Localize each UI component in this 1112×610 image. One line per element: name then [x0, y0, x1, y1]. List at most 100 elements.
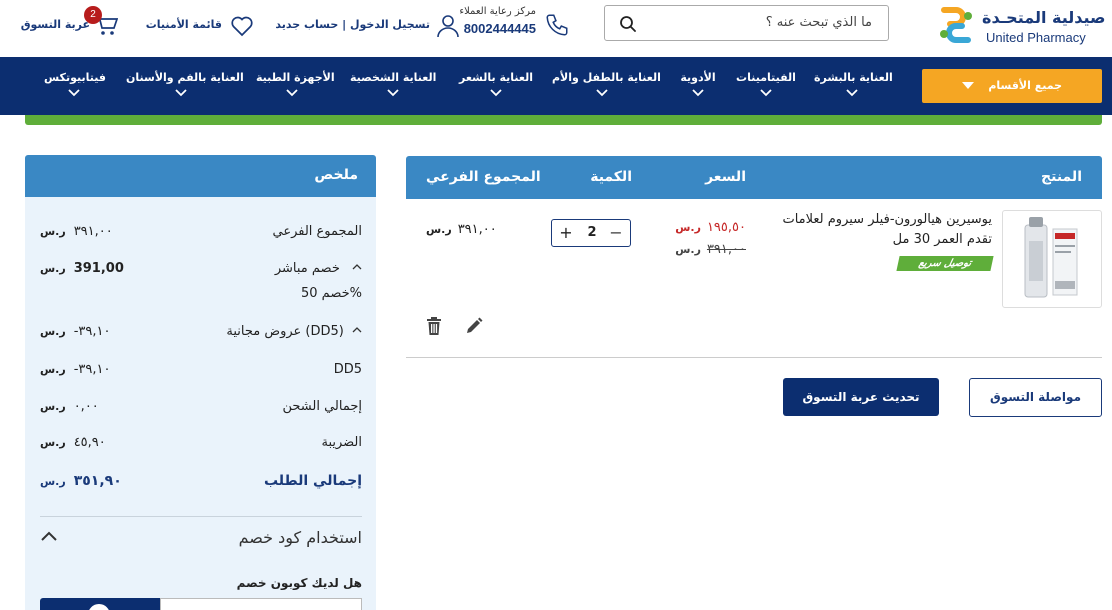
currency-symbol: ر.س: [426, 223, 452, 236]
continue-shopping-button[interactable]: مواصلة التسوق: [969, 378, 1102, 417]
summary-header: ملخص: [25, 155, 376, 197]
cart-count-badge: 2: [84, 6, 102, 24]
all-categories-button[interactable]: جميع الأقسام: [922, 69, 1102, 103]
chevron-up-icon[interactable]: [352, 325, 362, 335]
summary-amount: ٣٥١,٩٠: [73, 473, 122, 489]
nav-item-label: الأدوية: [680, 71, 716, 84]
chevron-up-icon[interactable]: [352, 262, 362, 272]
summary-amount: 391,00: [73, 261, 124, 276]
decrease-quantity-button[interactable]: −: [606, 222, 626, 244]
phone-icon: [546, 14, 568, 36]
summary-row-free-offers[interactable]: عروض مجانية (DD5) ر.س -٣٩,١٠: [40, 324, 362, 344]
summary-label: إجمالي الشحن: [282, 399, 362, 414]
nav-item-baby-mother[interactable]: العناية بالطفل والأم: [552, 71, 661, 105]
summary-value: ر.س ٤٥,٩٠: [40, 435, 106, 450]
site-header: صيدلية المتحـدة United Pharmacy ما الذي …: [0, 0, 1112, 57]
quantity-stepper[interactable]: − 2 +: [551, 219, 631, 247]
customer-care-phone[interactable]: 8002444445: [464, 21, 536, 36]
nav-item-vitamins[interactable]: الفيتامينات: [736, 71, 796, 105]
summary-value: ر.س ٣٥١,٩٠: [40, 473, 122, 489]
chevron-down-icon: [692, 89, 704, 97]
all-categories-label: جميع الأقسام: [988, 79, 1062, 92]
chevron-down-icon: [175, 89, 187, 97]
nav-item-hair-care[interactable]: العناية بالشعر: [458, 71, 534, 105]
price-current: ر.س ١٩٥,٥٠: [675, 220, 746, 235]
summary-label: عروض مجانية (DD5): [226, 324, 362, 339]
summary-title: ملخص: [314, 167, 358, 183]
currency-symbol: ر.س: [40, 363, 66, 376]
nav-item-label: الفيتامينات: [736, 71, 796, 84]
summary-row-order-total: إجمالي الطلب ر.س ٣٥١,٩٠: [40, 473, 362, 493]
search-icon[interactable]: [619, 15, 637, 33]
nav-item-label: العناية بالطفل والأم: [552, 71, 661, 84]
nav-item-label: الأجهزة الطبية: [256, 71, 335, 84]
summary-label-text: خصم مباشر: [274, 261, 340, 276]
summary-label: DD5: [333, 362, 362, 377]
product-name[interactable]: يوسيرين هيالورون-فيلر سيروم لعلامات تقدم…: [760, 210, 992, 250]
edit-icon[interactable]: [464, 316, 484, 336]
wishlist-link[interactable]: قائمة الأمنيات: [146, 14, 254, 38]
product-image[interactable]: [1002, 210, 1102, 308]
coupon-input[interactable]: [160, 598, 362, 610]
nav-item-medical-devices[interactable]: الأجهزة الطبية: [256, 71, 335, 105]
currency-symbol: ر.س: [40, 400, 66, 413]
summary-amount: -٣٩,١٠: [73, 324, 111, 339]
chevron-up-icon[interactable]: [40, 530, 58, 542]
cart-link[interactable]: عربة التسوق 2: [21, 6, 120, 36]
nav-item-label: العناية بالفم والأسنان: [126, 71, 244, 84]
customer-care[interactable]: مركز رعاية العملاء 8002444445: [459, 6, 570, 40]
column-quantity: الكمية: [590, 169, 632, 185]
currency-symbol: ر.س: [675, 243, 701, 256]
currency-symbol: ر.س: [40, 325, 66, 338]
coupon-toggle[interactable]: استخدام كود خصم: [40, 526, 362, 550]
increase-quantity-button[interactable]: +: [556, 222, 576, 244]
login-link[interactable]: تسجيل الدخول | حساب جديد: [275, 14, 460, 38]
nav-item-medicines[interactable]: الأدوية: [676, 71, 720, 105]
item-subtotal: ر.س ٣٩١,٠٠: [426, 222, 497, 237]
column-price: السعر: [705, 169, 746, 185]
summary-value: ر.س 391,00: [40, 261, 124, 276]
chevron-down-icon: [760, 89, 772, 97]
column-subtotal: المجموع الفرعي: [426, 169, 541, 185]
apply-coupon-button[interactable]: [40, 598, 160, 610]
chevron-down-icon: [68, 89, 80, 97]
summary-amount: -٣٩,١٠: [73, 362, 111, 377]
nav-item-skin-care[interactable]: العناية بالبشرة: [814, 71, 893, 105]
wishlist-label[interactable]: قائمة الأمنيات: [146, 18, 222, 31]
summary-value: ر.س ٠,٠٠: [40, 399, 99, 414]
chevron-down-icon: [286, 89, 298, 97]
summary-row-shipping: إجمالي الشحن ر.س ٠,٠٠: [40, 399, 362, 419]
search-input[interactable]: ما الذي تبحث عنه ؟: [766, 15, 872, 30]
logo-icon: [940, 7, 972, 43]
product-bottle-image: [1024, 217, 1078, 298]
coupon-question: هل لديك كوبون خصم: [236, 576, 362, 590]
summary-value: ر.س -٣٩,١٠: [40, 362, 110, 377]
delete-icon[interactable]: [425, 316, 443, 336]
chat-avatar-icon: [84, 600, 114, 610]
search-box[interactable]: ما الذي تبحث عنه ؟: [604, 5, 889, 41]
logo-english: United Pharmacy: [986, 30, 1086, 45]
quantity-value[interactable]: 2: [582, 225, 602, 240]
summary-row-direct-discount[interactable]: خصم مباشر ر.س 391,00: [40, 261, 362, 281]
update-cart-button[interactable]: تحديث عربة التسوق: [783, 378, 939, 416]
logo[interactable]: صيدلية المتحـدة United Pharmacy: [936, 4, 1105, 48]
summary-label: خصم مباشر: [275, 261, 362, 276]
summary-amount: ٤٥,٩٠: [73, 435, 106, 450]
summary-value: ر.س -٣٩,١٠: [40, 324, 110, 339]
column-product: المنتج: [1041, 169, 1082, 185]
chevron-down-icon: [387, 89, 399, 97]
nav-item-oral-care[interactable]: العناية بالفم والأسنان: [126, 71, 244, 105]
nav-item-personal-care[interactable]: العناية الشخصية: [350, 71, 436, 105]
price-current-value: ١٩٥,٥٠: [706, 220, 746, 235]
nav-item-vitabiotics[interactable]: فيتابيوتكس: [44, 71, 106, 105]
summary-divider: [40, 516, 362, 517]
cart-label[interactable]: عربة التسوق: [21, 18, 90, 31]
nav-item-label: العناية الشخصية: [350, 71, 437, 84]
fast-delivery-badge: توصيل سريع: [896, 256, 994, 271]
nav-item-label: فيتابيوتكس: [44, 71, 106, 84]
login-label[interactable]: تسجيل الدخول | حساب جديد: [275, 18, 430, 31]
coupon-title: استخدام كود خصم: [238, 528, 362, 547]
user-icon: [437, 15, 459, 38]
summary-label: إجمالي الطلب: [263, 473, 362, 489]
chevron-down-icon: [596, 89, 608, 97]
